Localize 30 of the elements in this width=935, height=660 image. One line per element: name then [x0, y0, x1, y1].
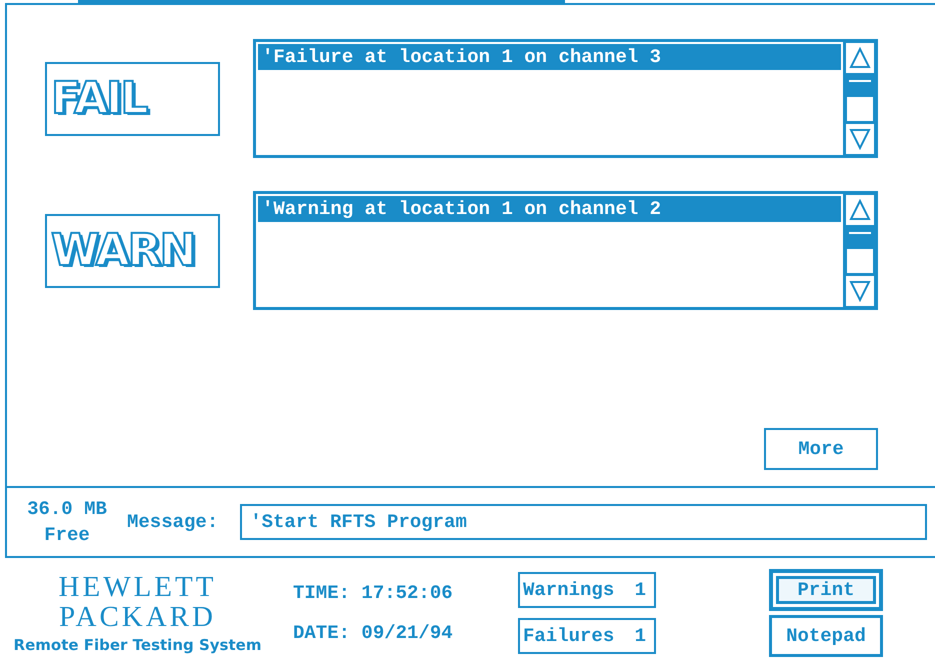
scroll-thumb[interactable]: [847, 249, 873, 273]
logo-text: HEWLETT: [58, 572, 216, 602]
scroll-down-button[interactable]: [845, 123, 875, 155]
footer-button[interactable]: Notepad: [769, 615, 883, 657]
alert-label: WARN: [45, 214, 220, 288]
scroll-thumb[interactable]: [847, 97, 873, 121]
time-text: TIME: 17:52:06: [293, 582, 454, 604]
scroll-up-button[interactable]: [845, 42, 875, 74]
footer-button[interactable]: Print: [769, 569, 883, 611]
message-field[interactable]: 'Start RFTS Program: [240, 504, 927, 540]
logo-text: PACKARD: [59, 602, 216, 632]
counter-display: Failures 1: [518, 618, 656, 654]
memory-size: 36.0 MB: [27, 497, 107, 522]
date-text: DATE: 09/21/94: [293, 622, 454, 644]
product-name: Remote Fiber Testing System: [14, 636, 262, 654]
up-arrow-icon: [849, 47, 871, 69]
down-arrow-icon: [849, 128, 871, 150]
message-label: Message:: [127, 511, 218, 533]
list-item[interactable]: 'Warning at location 1 on channel 2: [258, 196, 841, 222]
more-button[interactable]: More: [764, 428, 878, 470]
up-arrow-icon: [849, 199, 871, 221]
down-arrow-icon: [849, 280, 871, 302]
message-list[interactable]: 'Warning at location 1 on channel 2: [253, 191, 878, 310]
list-item[interactable]: 'Failure at location 1 on channel 3: [258, 44, 841, 70]
counter-display: Warnings 1: [518, 572, 656, 608]
alert-label: FAIL: [45, 62, 220, 136]
message-list[interactable]: 'Failure at location 1 on channel 3: [253, 39, 878, 158]
scroll-up-button[interactable]: [845, 194, 875, 226]
scroll-down-button[interactable]: [845, 275, 875, 307]
memory-free-label: Free: [44, 523, 90, 548]
